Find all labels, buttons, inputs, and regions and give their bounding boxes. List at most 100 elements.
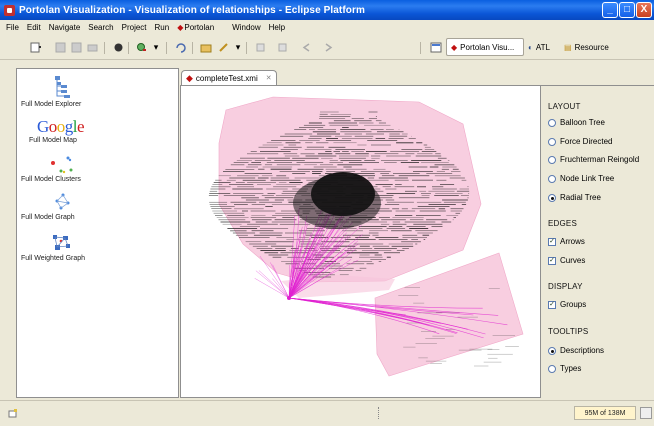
perspective-atl-label: ATL bbox=[535, 42, 550, 52]
radio-radial-tree[interactable]: Radial Tree bbox=[548, 193, 601, 202]
radial-tree-graph[interactable] bbox=[181, 86, 541, 398]
radio-node-link-tree-label: Node Link Tree bbox=[560, 174, 615, 183]
checkbox-curves-label: Curves bbox=[560, 256, 586, 265]
checkbox-curves[interactable]: ✓ Curves bbox=[548, 256, 585, 265]
main-toolbar: ▾ ▾ ◆ Portolan Visu... ◐ ATL ▤ Resource bbox=[0, 34, 654, 60]
model-explorer-icon bbox=[55, 76, 70, 98]
menu-search[interactable]: Search bbox=[84, 23, 117, 32]
back-icon[interactable] bbox=[300, 42, 312, 53]
radio-fruchterman-reingold[interactable]: Fruchterman Reingold bbox=[548, 155, 639, 164]
menu-edit[interactable]: Edit bbox=[23, 23, 45, 32]
radio-force-directed-indicator[interactable] bbox=[548, 137, 556, 146]
refresh-icon[interactable] bbox=[174, 42, 186, 53]
window-title: Portolan Visualization - Visualization o… bbox=[19, 4, 365, 16]
edges-header: EDGES bbox=[548, 219, 578, 228]
close-button[interactable]: X bbox=[636, 2, 652, 18]
edit-pen-icon[interactable] bbox=[218, 42, 230, 53]
print-icon[interactable] bbox=[86, 42, 98, 53]
menu-portolan-label: Portolan bbox=[184, 22, 215, 32]
view-full-weighted-graph-label: Full Weighted Graph bbox=[21, 255, 86, 262]
visualization-canvas[interactable] bbox=[180, 85, 541, 398]
title-bar: Portolan Visualization - Visualization o… bbox=[0, 0, 654, 20]
radio-force-directed-label: Force Directed bbox=[560, 137, 613, 146]
resource-icon: ▤ bbox=[564, 42, 572, 52]
checkbox-arrows-label: Arrows bbox=[560, 237, 585, 246]
save-all-icon[interactable] bbox=[70, 42, 82, 53]
clusters-icon bbox=[51, 156, 73, 174]
search-dropdown-icon[interactable]: ▾ bbox=[150, 42, 162, 53]
prev-annotation-icon[interactable] bbox=[276, 42, 288, 53]
maximize-button[interactable]: □ bbox=[619, 2, 635, 18]
view-full-model-explorer-label: Full Model Explorer bbox=[21, 101, 82, 108]
radio-fruchterman-reingold-label: Fruchterman Reingold bbox=[560, 155, 640, 164]
menu-run[interactable]: Run bbox=[151, 23, 174, 32]
radio-force-directed[interactable]: Force Directed bbox=[548, 137, 612, 146]
menu-portolan[interactable]: ◆Portolan bbox=[173, 23, 218, 32]
menu-file[interactable]: File bbox=[2, 23, 23, 32]
menu-help[interactable]: Help bbox=[265, 23, 289, 32]
open-perspective-icon[interactable] bbox=[430, 42, 442, 53]
menu-bar: File Edit Navigate Search Project Run ◆P… bbox=[0, 20, 654, 34]
menu-project[interactable]: Project bbox=[118, 23, 151, 32]
checkbox-groups[interactable]: ✓ Groups bbox=[548, 300, 586, 309]
perspective-portolan[interactable]: ◆ Portolan Visu... bbox=[446, 38, 524, 56]
view-full-model-graph[interactable]: Full Model Graph bbox=[21, 191, 101, 221]
options-panel: LAYOUT Balloon Tree Force Directed Fruch… bbox=[541, 85, 654, 398]
app-icon bbox=[4, 4, 15, 16]
view-full-model-map[interactable]: Google Full Model Map bbox=[21, 117, 101, 145]
search-icon[interactable] bbox=[136, 42, 148, 53]
radio-types-indicator[interactable] bbox=[548, 364, 556, 373]
radio-fruchterman-reingold-indicator[interactable] bbox=[548, 155, 556, 164]
checkbox-groups-box[interactable]: ✓ bbox=[548, 300, 556, 309]
perspective-resource[interactable]: ▤ Resource bbox=[564, 38, 609, 56]
garbage-collect-icon[interactable] bbox=[640, 407, 652, 419]
status-separator bbox=[378, 407, 380, 419]
minimize-button[interactable]: _ bbox=[602, 2, 618, 18]
heap-status: 95M of 138M bbox=[574, 406, 636, 420]
view-full-model-graph-label: Full Model Graph bbox=[21, 214, 75, 221]
fast-view-icon[interactable] bbox=[8, 409, 18, 419]
menu-navigate[interactable]: Navigate bbox=[45, 23, 85, 32]
perspective-atl[interactable]: ◐ ATL bbox=[528, 38, 550, 56]
atl-icon: ◐ bbox=[528, 42, 533, 52]
layout-header: LAYOUT bbox=[548, 102, 581, 111]
radio-types[interactable]: Types bbox=[548, 364, 581, 373]
open-folder-icon[interactable] bbox=[200, 42, 212, 53]
display-header: DISPLAY bbox=[548, 282, 583, 291]
radio-radial-tree-label: Radial Tree bbox=[560, 193, 601, 202]
tab-close-icon[interactable]: ✕ bbox=[266, 74, 272, 82]
forward-icon[interactable] bbox=[322, 42, 334, 53]
radio-balloon-tree[interactable]: Balloon Tree bbox=[548, 118, 605, 127]
new-icon[interactable] bbox=[30, 42, 42, 53]
radio-balloon-tree-label: Balloon Tree bbox=[560, 118, 605, 127]
radio-node-link-tree[interactable]: Node Link Tree bbox=[548, 174, 614, 183]
next-annotation-icon[interactable] bbox=[254, 42, 266, 53]
tab-completetest[interactable]: ◆ completeTest.xmi ✕ bbox=[181, 70, 277, 85]
checkbox-arrows[interactable]: ✓ Arrows bbox=[548, 237, 585, 246]
view-full-weighted-graph[interactable]: Full Weighted Graph bbox=[21, 232, 101, 262]
dense-node-core-halo bbox=[293, 177, 381, 229]
view-full-model-map-label: Full Model Map bbox=[29, 137, 77, 144]
radio-node-link-tree-indicator[interactable] bbox=[548, 174, 556, 183]
menu-window[interactable]: Window bbox=[228, 23, 264, 32]
checkbox-curves-box[interactable]: ✓ bbox=[548, 256, 556, 265]
portolan-icon: ◆ bbox=[177, 22, 184, 32]
weighted-graph-icon bbox=[53, 235, 70, 250]
pen-dropdown-icon[interactable]: ▾ bbox=[232, 42, 244, 53]
radio-balloon-tree-indicator[interactable] bbox=[548, 118, 556, 127]
view-full-model-clusters[interactable]: Full Model Clusters bbox=[21, 151, 101, 183]
checkbox-groups-label: Groups bbox=[560, 300, 587, 309]
radio-descriptions[interactable]: Descriptions bbox=[548, 346, 604, 355]
save-icon[interactable] bbox=[54, 42, 66, 53]
google-map-icon: Google bbox=[37, 117, 85, 136]
radio-radial-tree-indicator[interactable] bbox=[548, 193, 556, 202]
graph-icon bbox=[55, 193, 70, 210]
debug-icon[interactable] bbox=[112, 42, 124, 53]
checkbox-arrows-box[interactable]: ✓ bbox=[548, 237, 556, 246]
status-bar: 95M of 138M bbox=[0, 400, 654, 426]
perspective-portolan-label: Portolan Visu... bbox=[460, 42, 515, 52]
view-full-model-explorer[interactable]: Full Model Explorer bbox=[21, 74, 101, 108]
window-controls: _ □ X bbox=[602, 2, 652, 18]
radio-descriptions-indicator[interactable] bbox=[548, 346, 556, 355]
view-full-model-clusters-label: Full Model Clusters bbox=[21, 176, 81, 183]
